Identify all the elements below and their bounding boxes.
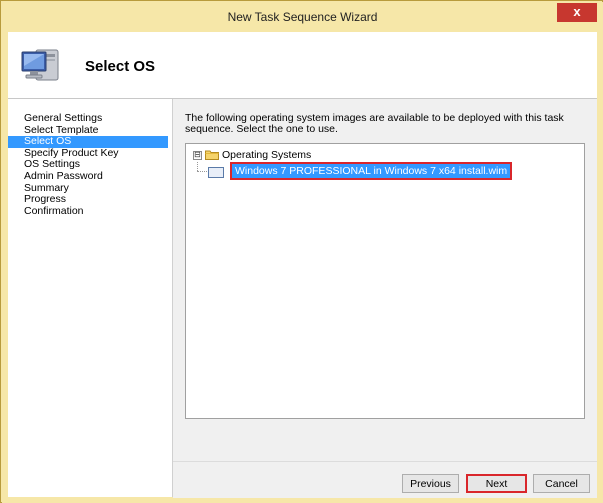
cancel-button[interactable]: Cancel bbox=[533, 474, 590, 493]
os-tree-view[interactable]: ⊟ Operating Systems Windows 7 PROFESSION… bbox=[185, 143, 585, 419]
close-button[interactable]: x bbox=[557, 3, 597, 22]
window-border-right bbox=[597, 32, 603, 503]
os-image-icon bbox=[208, 167, 224, 178]
step-list: General Settings Select Template Select … bbox=[8, 112, 168, 217]
wizard-content: The following operating system images ar… bbox=[173, 99, 597, 461]
collapse-toggle-icon[interactable]: ⊟ bbox=[193, 151, 202, 160]
next-button[interactable]: Next bbox=[466, 474, 527, 493]
wizard-header: Select OS bbox=[8, 32, 597, 99]
previous-button[interactable]: Previous bbox=[402, 474, 459, 493]
step-admin-password: Admin Password bbox=[24, 169, 103, 182]
step-progress: Progress bbox=[24, 193, 67, 206]
wizard-client-area: Select OS General Settings Select Templa… bbox=[8, 32, 597, 498]
computer-icon bbox=[21, 49, 59, 81]
title-bar[interactable]: New Task Sequence Wizard x bbox=[2, 2, 603, 32]
tree-connector-line bbox=[197, 162, 198, 171]
tree-root-label: Operating Systems bbox=[222, 149, 312, 161]
instructions-text: The following operating system images ar… bbox=[185, 112, 564, 135]
tree-connector-line bbox=[197, 171, 207, 172]
step-general-settings: General Settings bbox=[24, 112, 103, 124]
wizard-window: New Task Sequence Wizard x Select OS Gen… bbox=[0, 0, 603, 503]
step-confirmation: Confirmation bbox=[24, 204, 84, 217]
wizard-footer: Previous Next Cancel bbox=[173, 461, 597, 498]
window-title: New Task Sequence Wizard bbox=[227, 10, 378, 24]
folder-icon bbox=[205, 150, 219, 160]
wizard-step-sidebar: General Settings Select Template Select … bbox=[8, 99, 173, 497]
tree-item-os-image[interactable]: Windows 7 PROFESSIONAL in Windows 7 x64 … bbox=[229, 162, 513, 180]
page-title: Select OS bbox=[85, 58, 156, 75]
